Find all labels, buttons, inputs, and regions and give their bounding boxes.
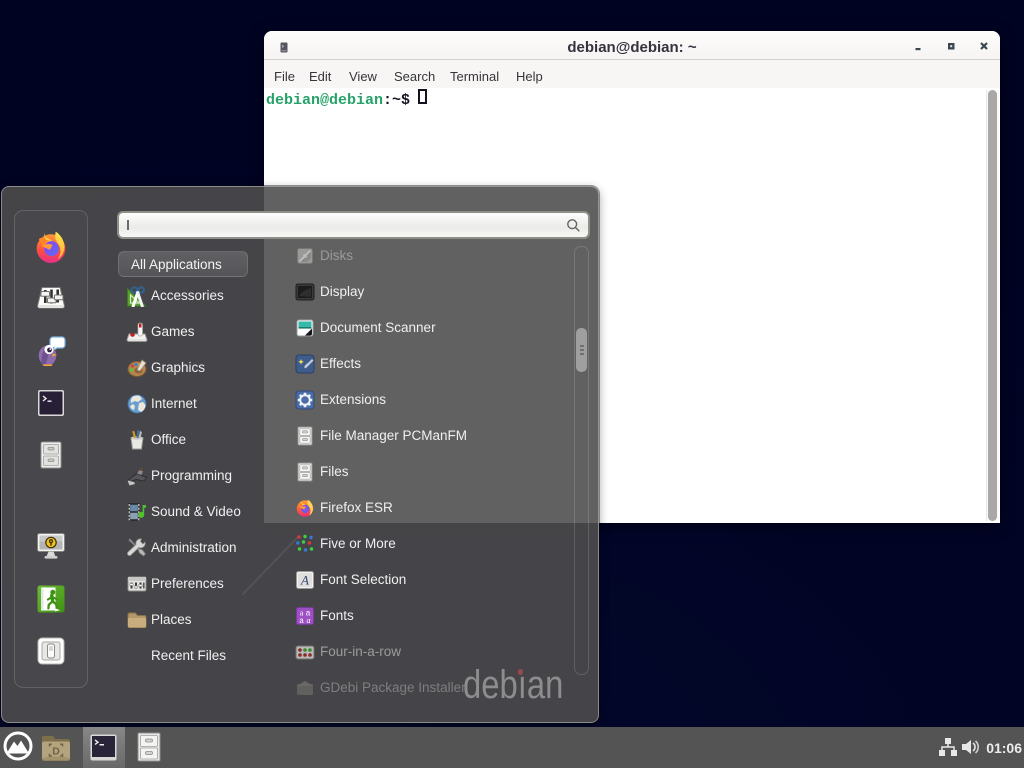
svg-text:A: A (300, 573, 309, 588)
svg-text:D: D (52, 746, 60, 758)
svg-text:a: a (299, 617, 304, 626)
svg-text:a: a (307, 616, 311, 625)
